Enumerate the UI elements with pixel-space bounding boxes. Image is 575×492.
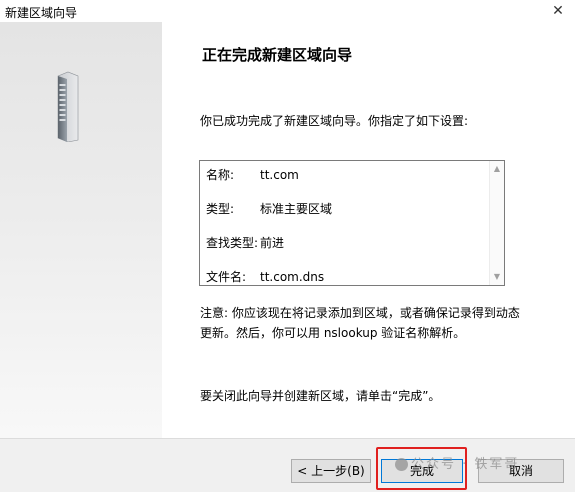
summary-value: tt.com.dns	[260, 270, 325, 284]
summary-value: 标准主要区域	[260, 202, 333, 216]
wechat-icon	[395, 458, 408, 471]
closing-instruction: 要关闭此向导并创建新区域，请单击“完成”。	[200, 389, 441, 403]
summary-row-filename: 文件名: tt.com.dns	[206, 268, 324, 285]
scroll-down-arrow-icon[interactable]: ▼	[490, 270, 504, 284]
title-bar: 新建区域向导 ✕	[0, 0, 575, 22]
close-icon[interactable]: ✕	[549, 2, 567, 20]
summary-row-lookup-type: 查找类型: 前进	[206, 234, 284, 251]
page-title: 正在完成新建区域向导	[202, 46, 353, 64]
summary-value: tt.com	[260, 168, 299, 182]
summary-key: 查找类型:	[206, 236, 259, 250]
summary-key: 文件名:	[206, 270, 247, 284]
summary-scrollbar[interactable]: ▲ ▼	[489, 161, 504, 285]
server-tower-icon	[57, 71, 79, 142]
wizard-window: 新建区域向导 ✕ 正在完成新建区域向导 你已成功完成了新建区域向导。你指定了如下…	[0, 0, 575, 492]
intro-text: 你已成功完成了新建区域向导。你指定了如下设置:	[200, 114, 469, 128]
settings-summary-box[interactable]: 名称: tt.com 类型: 标准主要区域 查找类型: 前进 文件名: tt.com.d…	[199, 160, 505, 286]
watermark: 公众号 · 铁军哥	[395, 453, 519, 472]
summary-row-name: 名称: tt.com	[206, 166, 299, 183]
button-bar: < 上一步(B) 完成 取消 公众号 · 铁军哥	[0, 438, 575, 492]
window-title: 新建区域向导	[5, 6, 78, 20]
summary-key: 类型:	[206, 202, 235, 216]
wizard-content: 正在完成新建区域向导 你已成功完成了新建区域向导。你指定了如下设置: 名称: tt…	[162, 22, 575, 438]
note-text: 注意: 你应该现在将记录添加到区域，或者确保记录得到动态更新。然后，你可以用 n…	[200, 306, 520, 340]
scroll-up-arrow-icon[interactable]: ▲	[490, 162, 504, 176]
back-button[interactable]: < 上一步(B)	[291, 459, 371, 483]
summary-row-type: 类型: 标准主要区域	[206, 200, 332, 217]
summary-key: 名称:	[206, 168, 235, 182]
summary-value: 前进	[260, 236, 285, 250]
watermark-text: 公众号 · 铁军哥	[411, 457, 520, 472]
wizard-side-panel	[0, 22, 162, 438]
